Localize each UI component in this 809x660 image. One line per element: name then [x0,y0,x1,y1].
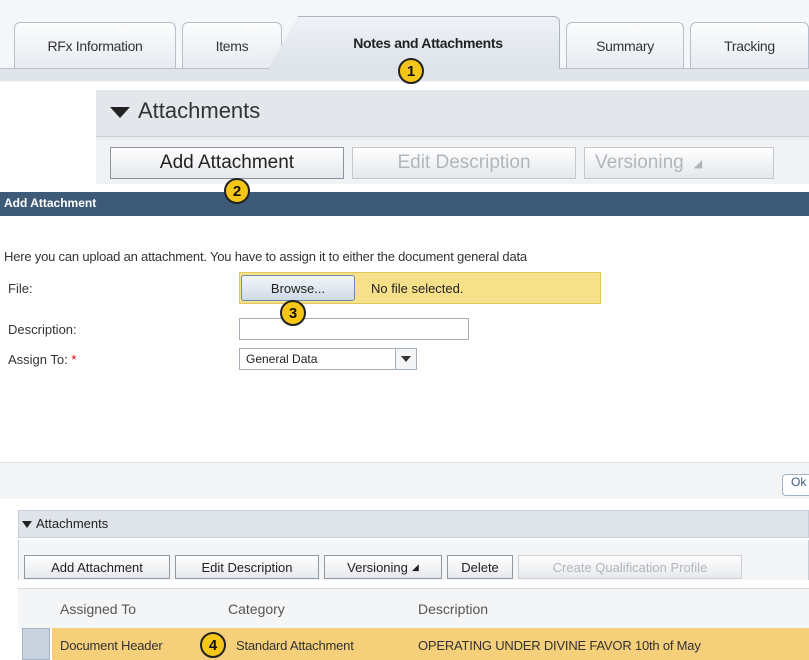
attachments-list-title[interactable]: Attachments [22,516,108,531]
column-assigned-to[interactable]: Assigned To [60,601,136,617]
collapse-triangle-icon [22,521,32,529]
edit-description-button-small[interactable]: Edit Description [175,555,319,579]
column-category[interactable]: Category [228,601,285,617]
versioning-button-small[interactable]: Versioning ◢ [324,555,442,579]
dropdown-arrow-icon: ◢ [693,157,703,170]
dialog-titlebar[interactable] [0,192,809,216]
cell-description: OPERATING UNDER DIVINE FAVOR 10th of May [418,638,701,653]
dialog-footer [0,462,809,499]
versioning-button-small-label: Versioning [347,559,408,575]
step-4-badge: 4 [200,632,226,658]
step-2-badge: 2 [224,178,250,204]
dialog-info-text: Here you can upload an attachment. You h… [4,249,527,264]
add-attachment-button-small[interactable]: Add Attachment [24,555,170,579]
add-attachment-button[interactable]: Add Attachment [110,147,344,179]
browse-button[interactable]: Browse... [241,275,355,301]
delete-button[interactable]: Delete [447,555,513,579]
step-1-badge: 1 [398,58,424,84]
assign-to-select[interactable]: General Data [239,348,417,370]
description-label: Description: [8,322,77,337]
dialog-title: Add Attachment [4,196,97,210]
attachments-list-title-text: Attachments [36,516,109,531]
tab-tracking[interactable]: Tracking [690,22,809,68]
tab-summary[interactable]: Summary [566,22,684,68]
chevron-down-icon[interactable] [395,349,416,369]
no-file-selected-text: No file selected. [371,281,464,296]
versioning-button-label: Versioning [595,152,684,173]
cell-category: Standard Attachment [236,638,354,653]
column-description[interactable]: Description [418,601,488,617]
row-selector[interactable] [22,628,50,660]
cell-assigned-to: Document Header [60,638,163,653]
create-qualification-profile-button[interactable]: Create Qualification Profile [518,555,742,579]
attachments-title-text: Attachments [138,98,261,123]
file-label: File: [8,281,33,296]
tab-rfx-information[interactable]: RFx Information [14,22,176,68]
tab-items[interactable]: Items [182,22,282,68]
step-3-badge: 3 [280,300,306,326]
required-asterisk: * [71,352,77,367]
assign-to-label-text: Assign To: [8,352,68,367]
assign-to-label: Assign To: * [8,352,76,367]
ok-button[interactable]: Ok [782,474,809,496]
description-input[interactable] [239,318,469,340]
dropdown-arrow-icon: ◢ [411,561,419,572]
versioning-button[interactable]: Versioning ◢ [584,147,774,179]
attachments-list-header [18,510,809,538]
tab-notes-and-attachments-label: Notes and Attachments [353,35,503,51]
assign-to-value: General Data [246,352,318,366]
attachments-table-header [18,588,809,629]
attachments-panel-title[interactable]: Attachments [110,98,260,124]
edit-description-button[interactable]: Edit Description [352,147,576,179]
collapse-triangle-icon [110,106,130,118]
